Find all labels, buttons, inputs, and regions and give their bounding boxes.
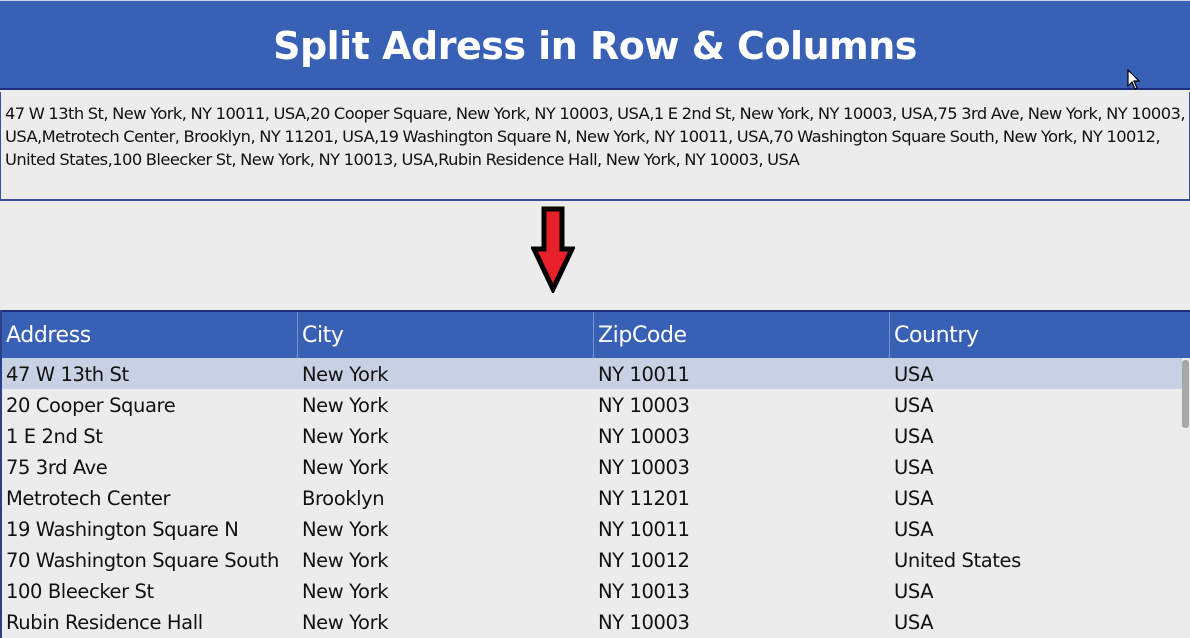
column-header-city[interactable]: City (298, 312, 594, 358)
country-cell: USA (894, 363, 934, 386)
city-cell: New York (302, 394, 389, 417)
table-row[interactable]: 47 W 13th St New York NY 10011 USA (2, 358, 1182, 389)
address-cell: 100 Bleecker St (6, 580, 154, 603)
column-header-country[interactable]: Country (890, 312, 1190, 358)
table-row[interactable]: 19 Washington Square N New York NY 10011 US… (2, 513, 1182, 544)
country-cell: USA (894, 456, 934, 479)
city-cell: New York (302, 518, 389, 541)
address-cell: 20 Cooper Square (6, 394, 176, 417)
zipcode-cell: NY 10012 (598, 549, 690, 572)
table-row[interactable]: Rubin Residence Hall New York NY 10003 USA (2, 606, 1182, 637)
zipcode-cell: NY 11201 (598, 487, 690, 510)
address-cell: 19 Washington Square N (6, 518, 239, 541)
zipcode-cell: NY 10003 (598, 425, 690, 448)
country-cell: USA (894, 518, 934, 541)
country-cell: USA (894, 394, 934, 417)
address-cell: 1 E 2nd St (6, 425, 103, 448)
zipcode-cell: NY 10003 (598, 394, 690, 417)
address-cell: 75 3rd Ave (6, 456, 108, 479)
zipcode-cell: NY 10011 (598, 363, 690, 386)
city-cell: New York (302, 580, 389, 603)
address-table: Address City ZipCode Country 47 W 13th S… (0, 310, 1190, 638)
country-cell: USA (894, 487, 934, 510)
address-cell: 70 Washington Square South (6, 549, 279, 572)
city-cell: New York (302, 611, 389, 634)
mouse-cursor-icon (1127, 69, 1141, 90)
down-arrow-icon (531, 206, 575, 293)
column-header-address[interactable]: Address (2, 312, 298, 358)
page-title: Split Adress in Row & Columns (273, 24, 917, 68)
address-input[interactable]: 47 W 13th St, New York, NY 10011, USA,20… (0, 92, 1190, 201)
table-row[interactable]: 1 E 2nd St New York NY 10003 USA (2, 420, 1182, 451)
zipcode-cell: NY 10011 (598, 518, 690, 541)
app-header: Split Adress in Row & Columns (0, 0, 1190, 90)
city-cell: New York (302, 363, 389, 386)
table-row[interactable]: 75 3rd Ave New York NY 10003 USA (2, 451, 1182, 482)
column-header-zipcode[interactable]: ZipCode (594, 312, 890, 358)
city-cell: New York (302, 456, 389, 479)
address-cell: Rubin Residence Hall (6, 611, 203, 634)
city-cell: New York (302, 425, 389, 448)
city-cell: Brooklyn (302, 487, 385, 510)
vertical-scrollbar[interactable] (1182, 360, 1189, 428)
country-cell: USA (894, 580, 934, 603)
zipcode-cell: NY 10013 (598, 580, 690, 603)
address-cell: 47 W 13th St (6, 363, 129, 386)
table-header: Address City ZipCode Country (2, 310, 1190, 358)
zipcode-cell: NY 10003 (598, 611, 690, 634)
country-cell: USA (894, 425, 934, 448)
city-cell: New York (302, 549, 389, 572)
table-row[interactable]: 70 Washington Square South New York NY 100… (2, 544, 1182, 575)
table-row[interactable]: Metrotech Center Brooklyn NY 11201 USA (2, 482, 1182, 513)
address-cell: Metrotech Center (6, 487, 171, 510)
country-cell: United States (894, 549, 1021, 572)
country-cell: USA (894, 611, 934, 634)
zipcode-cell: NY 10003 (598, 456, 690, 479)
table-row[interactable]: 100 Bleecker St New York NY 10013 USA (2, 575, 1182, 606)
table-row[interactable]: 20 Cooper Square New York NY 10003 USA (2, 389, 1182, 420)
